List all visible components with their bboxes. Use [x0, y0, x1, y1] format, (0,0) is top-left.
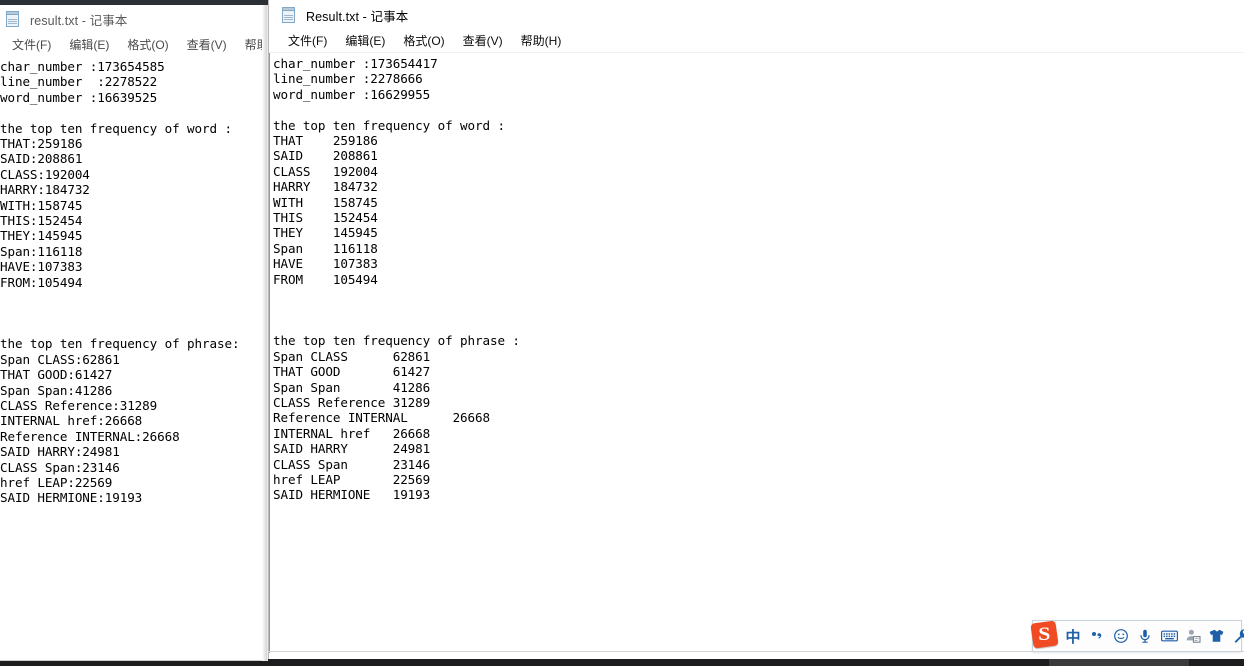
menu-format-left[interactable]: 格式(O)	[118, 34, 177, 56]
language-mode-chinese-button[interactable]: 中	[1061, 622, 1085, 650]
text-area-left[interactable]: char_number :173654585 line_number :2278…	[0, 56, 267, 656]
sogou-logo-icon[interactable]: S	[1029, 619, 1059, 649]
text-area-right[interactable]: char_number :173654417 line_number :2278…	[269, 52, 1244, 653]
menubar-left[interactable]: 文件(F) 编辑(E) 格式(O) 查看(V) 帮助(H)	[0, 34, 285, 56]
user-account-icon[interactable]	[1181, 622, 1205, 650]
window-title-left: result.txt - 记事本	[30, 14, 128, 28]
menu-view-right[interactable]: 查看(V)	[454, 30, 512, 52]
titlebar-left[interactable]: result.txt - 记事本	[0, 5, 267, 34]
toolbox-settings-icon[interactable]	[1229, 622, 1244, 650]
voice-input-icon[interactable]	[1133, 622, 1157, 650]
notepad-window-right[interactable]: Result.txt - 记事本 文件(F) 编辑(E) 格式(O) 查看(V)…	[268, 0, 1244, 659]
text-area-left-border	[269, 53, 270, 653]
menu-view-left[interactable]: 查看(V)	[178, 34, 236, 56]
menu-edit-left[interactable]: 编辑(E)	[60, 34, 118, 56]
notepad-window-left[interactable]: result.txt - 记事本 文件(F) 编辑(E) 格式(O) 查看(V)…	[0, 5, 285, 661]
menubar-right[interactable]: 文件(F) 编辑(E) 格式(O) 查看(V) 帮助(H)	[269, 30, 1244, 52]
notepad-document-icon	[5, 11, 22, 28]
window-title-right: Result.txt - 记事本	[306, 9, 409, 24]
document-text-right[interactable]: char_number :173654417 line_number :2278…	[269, 53, 1244, 503]
soft-keyboard-icon[interactable]	[1157, 622, 1181, 650]
emoji-icon[interactable]	[1109, 622, 1133, 650]
skin-theme-icon[interactable]	[1205, 622, 1229, 650]
menu-help-right[interactable]: 帮助(H)	[512, 30, 571, 52]
titlebar-right[interactable]: Result.txt - 记事本	[269, 0, 1244, 30]
sogou-input-method-toolbar[interactable]: 中	[1032, 620, 1244, 652]
menu-format-right[interactable]: 格式(O)	[394, 30, 453, 52]
menu-file-right[interactable]: 文件(F)	[279, 30, 336, 52]
notepad-document-icon	[281, 6, 298, 24]
punctuation-mode-icon[interactable]	[1085, 622, 1109, 650]
menu-file-left[interactable]: 文件(F)	[3, 34, 60, 56]
document-text-left[interactable]: char_number :173654585 line_number :2278…	[0, 56, 267, 506]
menu-edit-right[interactable]: 编辑(E)	[336, 30, 394, 52]
